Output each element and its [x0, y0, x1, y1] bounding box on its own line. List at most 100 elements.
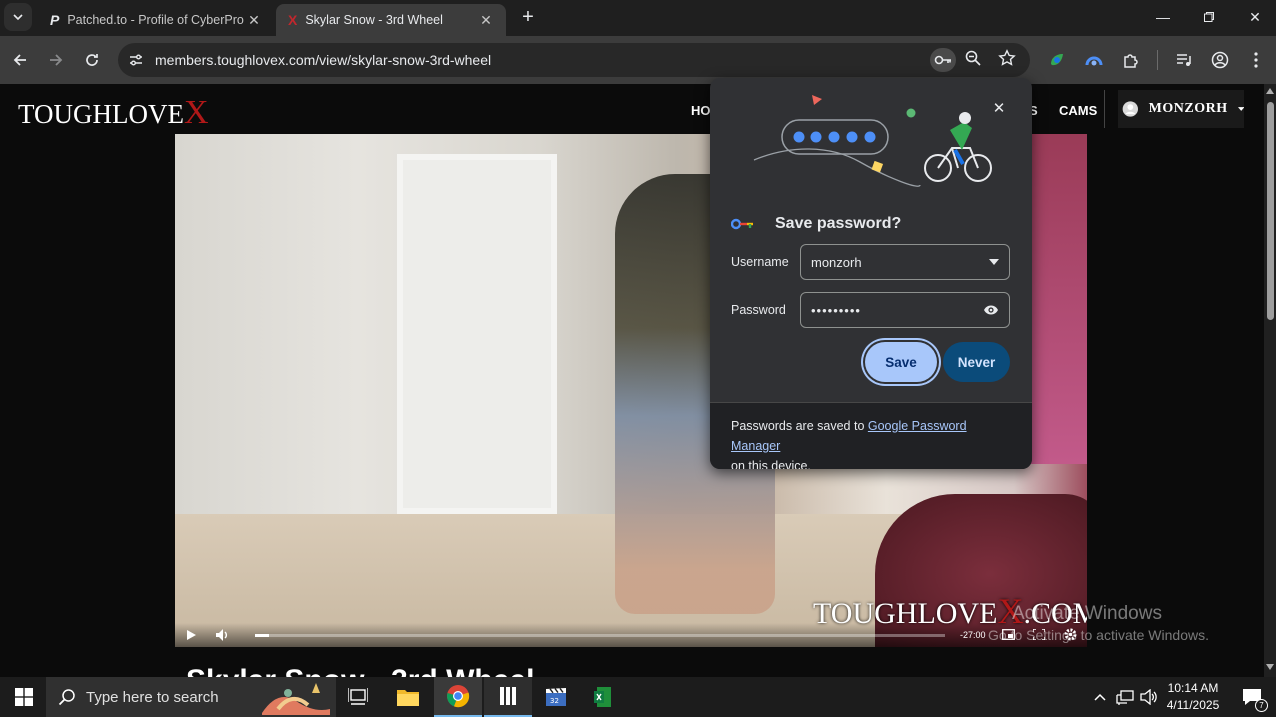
- tab-skylar-snow[interactable]: X Skylar Snow - 3rd Wheel ✕: [276, 4, 506, 36]
- tab-title: Skylar Snow - 3rd Wheel: [305, 13, 443, 27]
- search-placeholder: Type here to search: [86, 688, 219, 706]
- task-view-button[interactable]: [334, 677, 382, 717]
- clock-time: 10:14 AM: [1167, 681, 1219, 695]
- password-field[interactable]: •••••••••: [800, 292, 1010, 328]
- zoom-button[interactable]: [964, 49, 982, 72]
- speaker-icon: [1140, 689, 1157, 705]
- volume-button[interactable]: [1137, 677, 1161, 717]
- page-scrollbar[interactable]: [1264, 84, 1276, 677]
- footer-text-2: on this device.: [731, 459, 811, 469]
- minimize-button[interactable]: —: [1140, 0, 1186, 34]
- save-button[interactable]: Save: [865, 342, 937, 382]
- password-label: Password: [731, 303, 786, 317]
- app-bars-icon: [500, 687, 516, 705]
- username-field[interactable]: monzorh: [800, 244, 1010, 280]
- clapperboard-icon: 32: [546, 687, 566, 706]
- video-progress-bar[interactable]: [255, 634, 945, 637]
- nav-divider: [1104, 90, 1105, 128]
- tab-title: Patched.to - Profile of CyberPro: [67, 13, 244, 27]
- show-password-eye-icon[interactable]: [983, 304, 999, 316]
- action-center-button[interactable]: 7: [1228, 677, 1276, 717]
- search-icon: [58, 689, 75, 706]
- restore-icon: [1204, 12, 1214, 22]
- tab-strip: P Patched.to - Profile of CyberPro ✕ X S…: [0, 0, 1276, 36]
- video-time-remaining: -27:00: [960, 630, 986, 640]
- close-tab-icon[interactable]: ✕: [246, 12, 262, 29]
- app-taskbar-button-1[interactable]: [484, 677, 532, 717]
- dialog-title: Save password?: [775, 215, 902, 232]
- site-info-icon[interactable]: [128, 52, 144, 68]
- close-tab-icon[interactable]: ✕: [478, 12, 494, 29]
- back-button[interactable]: [6, 46, 34, 74]
- caret-down-icon: [1237, 107, 1244, 111]
- never-button[interactable]: Never: [943, 342, 1010, 382]
- forward-arrow-icon: [50, 54, 63, 66]
- start-button[interactable]: [0, 677, 48, 717]
- forward-button[interactable]: [42, 46, 70, 74]
- password-illustration: [753, 95, 992, 187]
- key-icon: [934, 55, 951, 65]
- file-explorer-button[interactable]: [384, 677, 432, 717]
- network-button[interactable]: [1112, 677, 1138, 717]
- extension-2-button[interactable]: [1080, 46, 1108, 74]
- windows-taskbar: Type here to search 32 10:14 AM 4/11/202…: [0, 677, 1276, 717]
- video-title-heading: Skylar Snow - 3rd Wheel: [186, 664, 534, 677]
- address-bar[interactable]: members.toughlovex.com/view/skylar-snow-…: [118, 43, 1030, 77]
- menu-button[interactable]: [1242, 46, 1270, 74]
- app-taskbar-button-3[interactable]: [580, 677, 628, 717]
- taskbar-search-box[interactable]: Type here to search: [46, 677, 336, 717]
- profile-button[interactable]: [1206, 46, 1234, 74]
- password-value: •••••••••: [811, 302, 861, 318]
- play-icon[interactable]: [186, 630, 196, 640]
- svg-text:32: 32: [550, 697, 559, 705]
- username-label: Username: [731, 255, 789, 269]
- scroll-up-icon[interactable]: [1266, 88, 1274, 94]
- account-icon: [1211, 51, 1229, 69]
- scrollbar-thumb[interactable]: [1267, 102, 1274, 320]
- puzzle-icon: [1124, 54, 1138, 68]
- password-key-button[interactable]: [930, 48, 956, 72]
- app-taskbar-button-2[interactable]: 32: [532, 677, 580, 717]
- video-scene-door: [397, 154, 557, 514]
- username-label: MONZORH: [1148, 101, 1228, 116]
- chevron-down-icon: [13, 14, 23, 21]
- tab-search-button[interactable]: [4, 3, 32, 31]
- spreadsheet-icon: [594, 687, 611, 707]
- close-dialog-button[interactable]: ✕: [989, 98, 1009, 118]
- media-control-button[interactable]: [1170, 46, 1198, 74]
- system-clock[interactable]: 10:14 AM 4/11/2025: [1160, 680, 1226, 714]
- chrome-taskbar-button[interactable]: [434, 677, 482, 717]
- nav-cams-link[interactable]: CAMS: [1059, 103, 1097, 118]
- kebab-menu-icon: [1254, 52, 1258, 68]
- clock-date: 4/11/2025: [1166, 698, 1220, 712]
- site-logo[interactable]: TOUGHLOVEX: [18, 94, 209, 132]
- volume-icon[interactable]: [216, 629, 229, 641]
- toolbar-divider: [1157, 50, 1158, 70]
- patched-icon: P: [50, 12, 60, 28]
- bookmark-button[interactable]: [998, 49, 1016, 72]
- browser-toolbar: members.toughlovex.com/view/skylar-snow-…: [0, 36, 1276, 84]
- maximize-button[interactable]: [1186, 0, 1232, 34]
- task-view-icon: [348, 688, 368, 705]
- logo-text: TOUGHLOVE: [18, 99, 184, 129]
- user-menu[interactable]: MONZORH: [1118, 90, 1244, 128]
- new-tab-button[interactable]: +: [514, 3, 542, 31]
- network-icon: [1116, 690, 1134, 705]
- tab-patched[interactable]: P Patched.to - Profile of CyberPro ✕: [38, 4, 274, 36]
- scroll-down-icon[interactable]: [1266, 664, 1274, 670]
- back-arrow-icon: [13, 54, 26, 66]
- search-highlight-icon: [262, 683, 330, 715]
- footer-text: Passwords are saved to: [731, 419, 868, 433]
- extension-1-button[interactable]: [1043, 46, 1071, 74]
- playlist-icon: [1177, 54, 1191, 66]
- activate-windows-title: Activate Windows: [1012, 603, 1162, 624]
- show-hidden-icons-button[interactable]: [1088, 677, 1112, 717]
- folder-icon: [397, 690, 419, 706]
- dropdown-arrow-icon[interactable]: [989, 259, 999, 265]
- reload-button[interactable]: [78, 46, 106, 74]
- close-window-button[interactable]: ✕: [1232, 0, 1276, 34]
- extensions-button[interactable]: [1117, 46, 1145, 74]
- zoom-icon: [965, 50, 981, 66]
- extension-arc-icon: [1085, 56, 1103, 66]
- chrome-icon: [447, 685, 470, 708]
